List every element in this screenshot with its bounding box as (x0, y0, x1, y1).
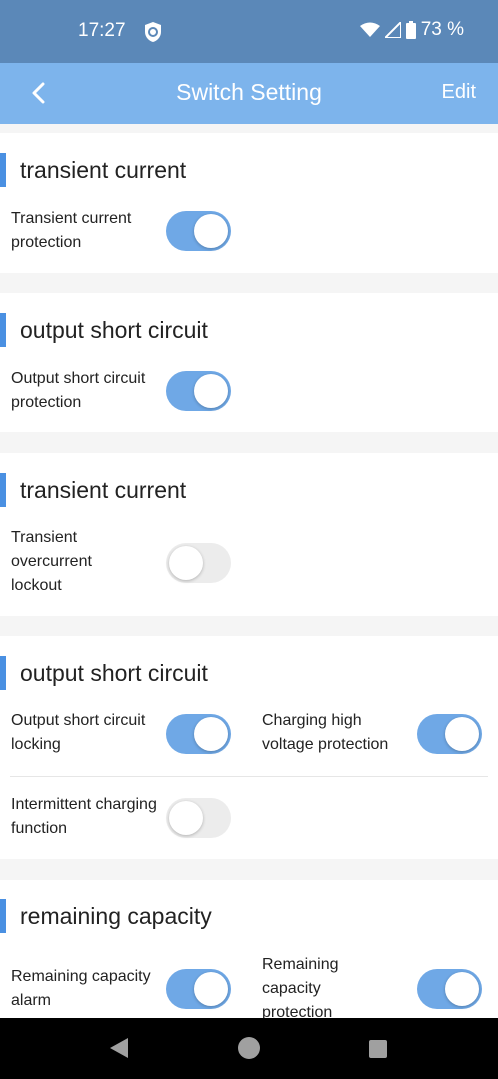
row-divider (10, 776, 488, 777)
setting-label: Output short circuit locking (11, 712, 146, 753)
toggle-knob (194, 972, 228, 1006)
battery-percent: 73 % (420, 19, 464, 40)
status-bar: 17:27 73 % (0, 0, 498, 63)
section-title-text: remaining capacity (20, 902, 212, 929)
status-indicators: 73 % (359, 19, 464, 41)
status-time: 17:27 (78, 20, 126, 41)
navigation-bar (0, 1018, 498, 1079)
section-title: transient current (0, 473, 186, 507)
section-output-short-circuit: output short circuit Output short circui… (0, 293, 498, 432)
section-accent-bar (0, 473, 6, 507)
toggle-knob (445, 972, 479, 1006)
wifi-icon (359, 22, 380, 38)
setting-label: Charging high voltage protection (262, 712, 389, 753)
setting-label: Output short circuit protection (11, 370, 146, 411)
remaining-capacity-protection-toggle[interactable] (417, 969, 482, 1009)
shield-icon (143, 21, 163, 43)
section-transient-current-lockout: transient current Transient overcurrent … (0, 453, 498, 616)
section-transient-current: transient current Transient current prot… (0, 133, 498, 273)
remaining-capacity-alarm-toggle[interactable] (166, 969, 231, 1009)
charging-high-voltage-protection-toggle[interactable] (417, 714, 482, 754)
intermittent-charging-function-toggle[interactable] (166, 798, 231, 838)
setting-label: Intermittent charging function (11, 796, 157, 837)
nav-back-icon[interactable] (108, 1037, 130, 1064)
toggle-knob (194, 717, 228, 751)
edit-button[interactable]: Edit (442, 81, 476, 104)
toggle-knob (169, 801, 203, 835)
settings-list[interactable]: transient current Transient current prot… (0, 124, 498, 1018)
section-title-text: output short circuit (20, 316, 208, 343)
output-short-circuit-protection-toggle[interactable] (166, 371, 231, 411)
setting-label: Remaining capacity alarm (11, 968, 151, 1009)
setting-label: Remaining capacity protection (262, 956, 339, 1018)
section-title: output short circuit (0, 656, 208, 690)
section-accent-bar (0, 656, 6, 690)
section-accent-bar (0, 153, 6, 187)
section-accent-bar (0, 313, 6, 347)
section-title: remaining capacity (0, 899, 212, 933)
section-accent-bar (0, 899, 6, 933)
output-short-circuit-locking-toggle[interactable] (166, 714, 231, 754)
section-title: transient current (0, 153, 186, 187)
section-title-text: transient current (20, 156, 187, 183)
nav-recents-icon[interactable] (369, 1040, 387, 1058)
setting-label: Transient overcurrent lockout (11, 529, 92, 594)
toggle-knob (169, 546, 203, 580)
section-output-short-circuit-2: output short circuit Output short circui… (0, 636, 498, 859)
battery-icon (405, 21, 416, 39)
transient-overcurrent-lockout-toggle[interactable] (166, 543, 231, 583)
app-bar: Switch Setting Edit (0, 63, 498, 124)
toggle-knob (194, 214, 228, 248)
signal-icon (384, 22, 401, 38)
page-title: Switch Setting (176, 79, 322, 105)
nav-home-icon[interactable] (238, 1037, 260, 1059)
transient-current-protection-toggle[interactable] (166, 211, 231, 251)
section-remaining-capacity: remaining capacity Remaining capacity al… (0, 880, 498, 1018)
section-title-text: transient current (20, 476, 187, 503)
section-title-text: output short circuit (20, 659, 208, 686)
section-title: output short circuit (0, 313, 208, 347)
toggle-knob (445, 717, 479, 751)
toggle-knob (194, 374, 228, 408)
setting-label: Transient current protection (11, 210, 132, 251)
